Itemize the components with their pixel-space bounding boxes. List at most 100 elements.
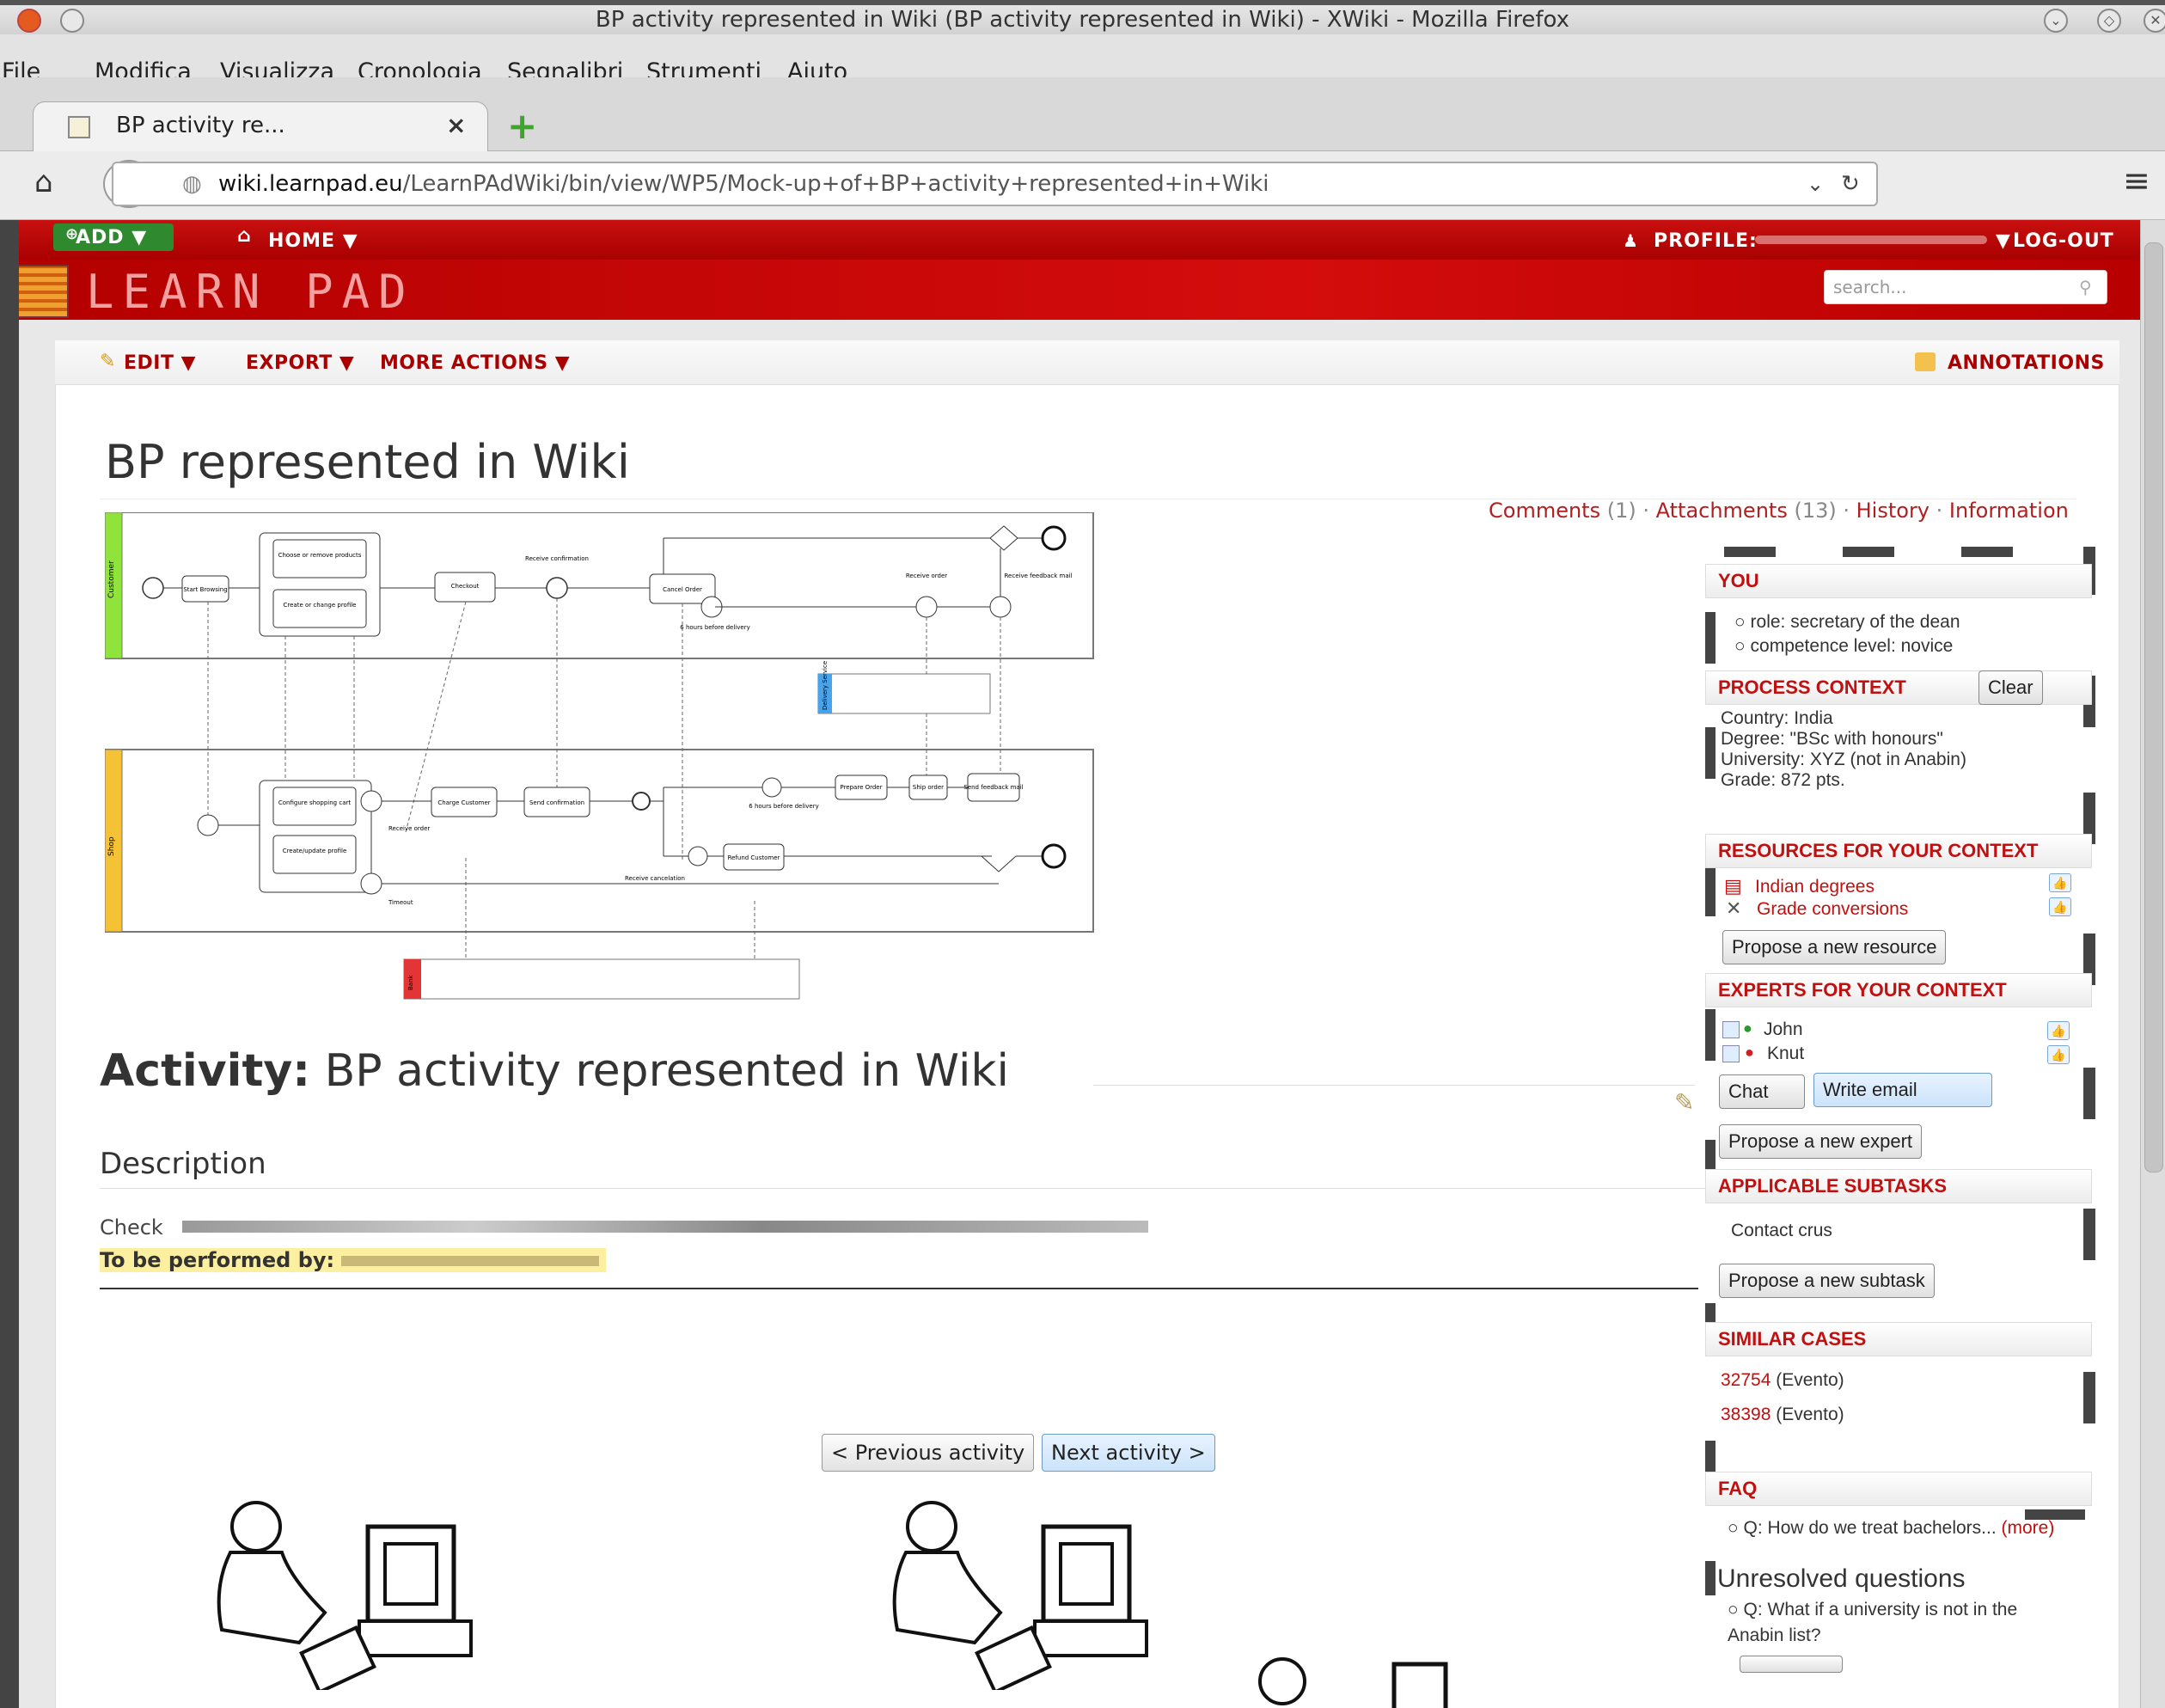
- case-32754-link[interactable]: 32754: [1721, 1370, 1771, 1390]
- resource-grade-conversions[interactable]: Grade conversions: [1757, 899, 2015, 920]
- subtask-contact-crus[interactable]: Contact crus: [1731, 1221, 2118, 1241]
- event-receive-order: [915, 596, 938, 618]
- url-host: wiki.learnpad.eu: [218, 171, 403, 197]
- pencil-icon: ✎: [100, 351, 116, 372]
- you-competence-text: competence level: novice: [1750, 636, 1954, 656]
- edit-section-icon[interactable]: ✎: [1674, 1088, 1694, 1117]
- activity-divider: [1093, 1085, 1695, 1086]
- similar-cases-header: SIMILAR CASES: [1705, 1322, 2092, 1356]
- expert-knut-checkbox[interactable]: [1722, 1045, 1740, 1062]
- task-cancel-order-label: Cancel Order: [663, 586, 702, 593]
- performed-by-label: To be performed by:: [100, 1248, 335, 1272]
- annotation-dash: [1705, 612, 1715, 664]
- event-receive-cancelation-label: Receive cancelation: [625, 875, 685, 882]
- profile-dropdown-arrow[interactable]: ▼: [1996, 230, 2011, 252]
- expert-john-checkbox[interactable]: [1722, 1021, 1740, 1038]
- maximize-button[interactable]: ◇: [2097, 9, 2121, 33]
- page-action-bar: ✎ EDIT ▼ EXPORT ▼ MORE ACTIONS ▼ ANNOTAT…: [55, 340, 2119, 385]
- task-choose-products: [272, 539, 367, 579]
- task-create-profile: [272, 589, 367, 628]
- process-context-title: PROCESS CONTEXT: [1718, 676, 1906, 698]
- write-email-button[interactable]: Write email: [1813, 1073, 1992, 1107]
- shop-lane-label: Shop: [107, 836, 116, 856]
- thumbs-up-icon[interactable]: 👍: [2047, 1021, 2070, 1040]
- home-menu[interactable]: HOME ▼: [268, 230, 358, 252]
- section-divider: [100, 1288, 1698, 1289]
- tab-close-icon[interactable]: ×: [446, 111, 466, 139]
- user-icon: ♟: [1623, 230, 1639, 251]
- learnpad-logo-icon: [19, 265, 69, 318]
- thumbs-up-icon[interactable]: 👍: [2047, 1045, 2070, 1064]
- task-update-profile: [272, 835, 357, 874]
- propose-expert-button[interactable]: Propose a new expert: [1719, 1124, 1923, 1159]
- profile-label[interactable]: PROFILE:: [1654, 230, 1758, 252]
- more-actions-menu[interactable]: MORE ACTIONS ▼: [380, 352, 570, 374]
- attachments-link[interactable]: Attachments: [1656, 499, 1788, 523]
- comments-count: (1): [1606, 499, 1636, 523]
- history-link[interactable]: History: [1856, 499, 1930, 523]
- event-receive-confirmation-label: Receive confirmation: [525, 555, 589, 562]
- annotation-dash: [1961, 547, 2013, 557]
- attachments-count: (13): [1794, 499, 1837, 523]
- add-menu[interactable]: ADD ▼: [76, 227, 147, 248]
- task-send-confirmation-label: Send confirmation: [529, 799, 584, 806]
- case-38398-link[interactable]: 38398: [1721, 1405, 1771, 1424]
- previous-activity-button[interactable]: < Previous activity: [822, 1434, 1035, 1472]
- annotations-toggle[interactable]: ANNOTATIONS: [1948, 352, 2105, 374]
- logout-link[interactable]: LOG-OUT: [2013, 230, 2114, 252]
- worker-partial-icon: [1258, 1657, 1448, 1708]
- profile-name-redacted: [1755, 236, 1987, 244]
- scrollbar-thumb[interactable]: [2144, 242, 2163, 1172]
- unresolved-action-button[interactable]: [1740, 1656, 1843, 1673]
- export-menu[interactable]: EXPORT ▼: [246, 352, 354, 374]
- hamburger-menu-icon[interactable]: ≡: [2123, 162, 2150, 199]
- propose-resource-button[interactable]: Propose a new resource: [1722, 930, 1947, 964]
- customer-lane: [105, 512, 1094, 659]
- subtasks-header: APPLICABLE SUBTASKS: [1705, 1169, 2092, 1203]
- new-tab-plus-icon[interactable]: +: [507, 105, 537, 147]
- process-context-body: Country: India Degree: "BSc with honours…: [1721, 708, 2107, 791]
- home-icon[interactable]: ⌂: [34, 165, 53, 199]
- expert-john[interactable]: John: [1764, 1019, 1936, 1040]
- thumbs-up-icon[interactable]: 👍: [2049, 897, 2071, 916]
- close-button[interactable]: ✕: [2144, 9, 2165, 33]
- expert-knut[interactable]: Knut: [1767, 1044, 1939, 1064]
- minimize-button[interactable]: ⌄: [2044, 9, 2068, 33]
- window-titlebar: BP activity represented in Wiki (BP acti…: [0, 0, 2165, 34]
- case-38398-type: (Evento): [1776, 1405, 1844, 1424]
- description-heading: Description: [100, 1147, 266, 1181]
- faq-more-link[interactable]: (more): [2002, 1518, 2055, 1538]
- reload-icon[interactable]: ↻: [1841, 163, 1860, 205]
- annotation-dash: [1705, 1561, 1715, 1595]
- tab-bar: BP activity re... × +: [0, 77, 2165, 153]
- comments-link[interactable]: Comments: [1489, 499, 1600, 523]
- thumbs-up-icon[interactable]: 👍: [2049, 873, 2071, 892]
- shop-timer-event: [761, 777, 782, 798]
- search-input[interactable]: search... ⚲: [1824, 270, 2107, 304]
- search-icon[interactable]: ⚲: [2079, 271, 2092, 303]
- you-panel-body: ○ role: secretary of the dean ○ competen…: [1734, 610, 2121, 658]
- chat-online-icon: ●: [1743, 1019, 1752, 1037]
- bank-pool: [403, 958, 800, 1000]
- resource-indian-degrees[interactable]: Indian degrees: [1755, 877, 2013, 897]
- chat-button[interactable]: Chat: [1719, 1074, 1805, 1109]
- home-house-icon: ⌂: [237, 225, 252, 247]
- edit-menu[interactable]: EDIT ▼: [124, 352, 196, 374]
- faq-header: FAQ: [1705, 1472, 2092, 1506]
- propose-subtask-button[interactable]: Propose a new subtask: [1719, 1264, 1935, 1298]
- event-shop-receive-order: [360, 790, 382, 812]
- annotation-dash: [1724, 547, 1776, 557]
- vertical-scrollbar[interactable]: [2140, 220, 2165, 1708]
- url-dropdown-icon[interactable]: ⌄: [1807, 163, 1824, 205]
- shop-start-event: [197, 814, 219, 836]
- document-links: Comments (1) · Attachments (13) · Histor…: [1489, 499, 2069, 523]
- clear-context-button[interactable]: Clear: [1978, 670, 2043, 705]
- end-event: [1041, 525, 1067, 551]
- information-link[interactable]: Information: [1949, 499, 2069, 523]
- next-activity-button[interactable]: Next activity >: [1042, 1434, 1215, 1472]
- task-charge-customer-label: Charge Customer: [437, 799, 490, 806]
- event-receive-order-label: Receive order: [906, 572, 947, 579]
- similar-case-2: 38398 (Evento): [1721, 1405, 2107, 1425]
- tab-active[interactable]: BP activity re... ×: [33, 101, 488, 153]
- url-input[interactable]: ◍ wiki.learnpad.eu/LearnPAdWiki/bin/view…: [112, 162, 1878, 206]
